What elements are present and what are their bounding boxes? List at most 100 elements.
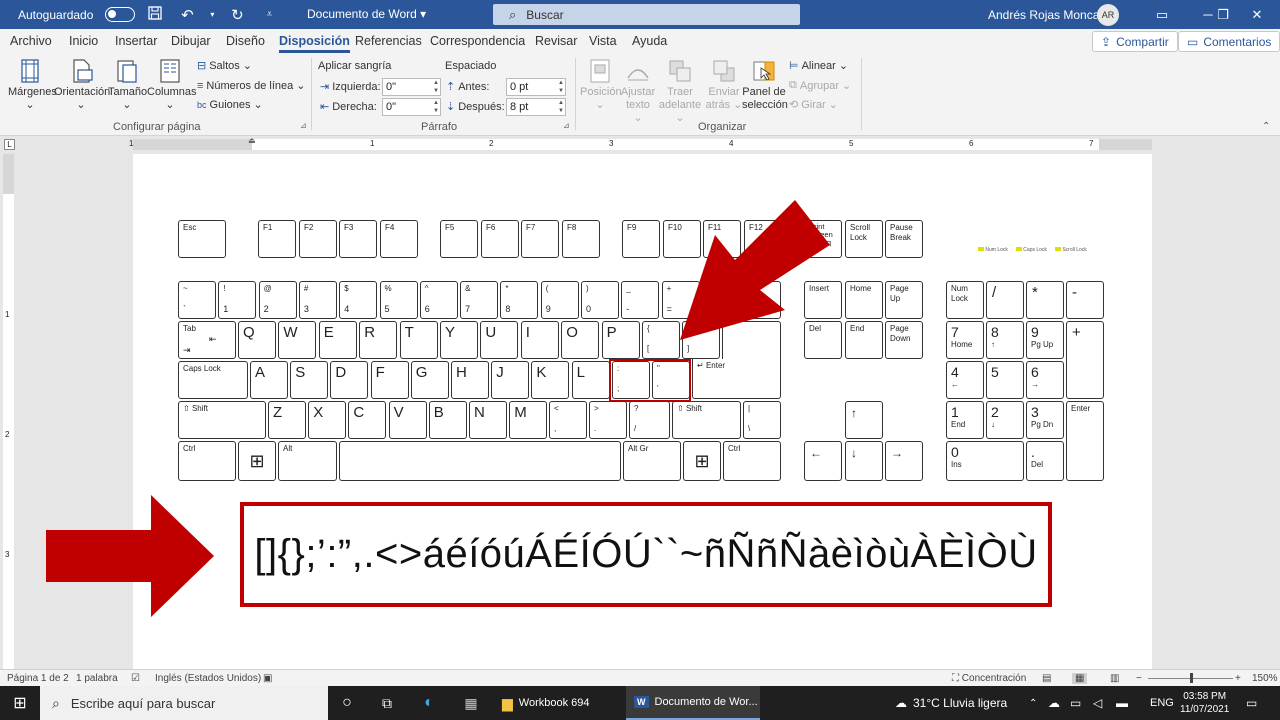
document-title[interactable]: Documento de Word ▾ xyxy=(307,7,426,21)
size-button[interactable]: Tamaño ⌄ xyxy=(108,58,147,112)
taskbar-app-workbook[interactable]: ▆ Workbook 694 xyxy=(494,686,624,720)
comments-button[interactable]: ▭ Comentarios xyxy=(1178,31,1280,52)
paragraph-launcher-icon[interactable]: ⊿ xyxy=(563,121,570,130)
avatar[interactable]: AR xyxy=(1097,4,1119,26)
line-numbers-button[interactable]: ≡ Números de línea ⌄ xyxy=(197,79,305,93)
tab-ayuda[interactable]: Ayuda xyxy=(632,34,667,48)
key-num-lock: Num Lock xyxy=(946,281,984,319)
columns-button[interactable]: Columnas ⌄ xyxy=(147,58,197,112)
tab-diseno[interactable]: Diseño xyxy=(226,34,265,48)
calculator-icon[interactable]: ▦ xyxy=(454,686,488,720)
web-layout-icon[interactable]: ▥ xyxy=(1110,673,1119,684)
indent-marker-icon[interactable]: ⏏ xyxy=(248,136,256,145)
tray-chevron-icon[interactable]: ⌃ xyxy=(1029,686,1037,720)
key-f9: F9 xyxy=(622,220,660,258)
key-letter: X xyxy=(308,401,347,439)
bring-forward-icon xyxy=(669,60,691,82)
notifications-icon[interactable]: ▭ xyxy=(1246,686,1257,720)
key-numpad: 4 ← xyxy=(946,361,984,399)
vertical-scrollbar[interactable] xyxy=(1268,136,1280,669)
tab-vista[interactable]: Vista xyxy=(589,34,617,48)
input-language[interactable]: ENG xyxy=(1150,686,1174,720)
tab-insertar[interactable]: Insertar xyxy=(115,34,157,48)
margins-button[interactable]: Márgenes ⌄ xyxy=(8,58,57,112)
search-box[interactable]: ⌕ Buscar xyxy=(493,4,800,25)
hyphenation-icon: bc xyxy=(197,99,207,110)
clock[interactable]: 03:58 PM 11/07/2021 xyxy=(1180,686,1229,720)
undo-icon[interactable]: ↶ xyxy=(175,6,199,24)
undo-dropdown-icon[interactable]: ▾ xyxy=(207,10,217,19)
tab-revisar[interactable]: Revisar xyxy=(535,34,577,48)
line-numbers-icon: ≡ xyxy=(197,79,204,92)
macro-icon[interactable]: ▣ xyxy=(263,673,272,684)
page-count[interactable]: Página 1 de 2 xyxy=(7,673,69,684)
taskbar-search[interactable]: ⌕ Escribe aquí para buscar xyxy=(40,686,328,720)
autosave-toggle[interactable] xyxy=(105,7,136,22)
key-numpad-divide: / xyxy=(986,281,1024,319)
share-button[interactable]: ⇪ Compartir xyxy=(1092,31,1178,52)
spacing-after-input[interactable]: 8 pt ▲ ▼ xyxy=(506,98,566,116)
key-letter: V xyxy=(388,401,427,439)
read-mode-icon[interactable]: ▤ xyxy=(1042,673,1051,684)
align-button[interactable]: ⊨ Alinear ⌄ xyxy=(789,59,848,73)
key-alt-gr: Alt Gr xyxy=(623,441,681,481)
horizontal-ruler[interactable]: L 1 1 2 3 4 5 6 7 ⏏ xyxy=(0,136,1280,154)
position-button[interactable]: Posición ⌄ xyxy=(580,58,622,112)
spacing-before-input[interactable]: 0 pt ▲ ▼ xyxy=(506,78,566,96)
vruler-margin xyxy=(3,154,14,194)
selection-pane-button[interactable]: Panel de selección xyxy=(742,58,788,112)
key-numpad-multiply: * xyxy=(1026,281,1064,319)
tab-referencias[interactable]: Referencias xyxy=(355,34,422,48)
key-letter: T xyxy=(399,321,438,359)
word-count[interactable]: 1 palabra xyxy=(76,673,118,684)
onedrive-icon[interactable]: ☁ xyxy=(1048,686,1060,720)
zoom-out-icon[interactable]: − xyxy=(1136,673,1142,684)
collapse-ribbon-icon[interactable]: ⌃ xyxy=(1262,121,1270,132)
tab-disposicion[interactable]: Disposición xyxy=(279,34,350,53)
key-letter: H xyxy=(451,361,489,399)
breaks-button[interactable]: ⊟ Saltos ⌄ xyxy=(197,59,252,73)
key-letter: L xyxy=(571,361,610,399)
network-icon[interactable]: ▭ xyxy=(1070,686,1081,720)
windows-start-icon[interactable]: ⊞ xyxy=(0,686,40,720)
vertical-ruler[interactable]: 1 2 3 xyxy=(0,154,18,669)
tab-selector-icon[interactable]: L xyxy=(4,139,15,150)
page-setup-launcher-icon[interactable]: ⊿ xyxy=(300,121,307,130)
bring-forward-button[interactable]: Traer adelante ⌄ xyxy=(656,58,704,125)
close-icon[interactable]: ✕ xyxy=(1234,0,1280,29)
cortana-icon[interactable]: ○ xyxy=(330,686,364,720)
redo-icon[interactable]: ↻ xyxy=(225,6,249,24)
tab-inicio[interactable]: Inicio xyxy=(69,34,98,48)
customize-toolbar-icon[interactable]: ⩡ xyxy=(257,9,281,20)
zoom-slider-thumb[interactable] xyxy=(1190,673,1193,683)
ribbon-display-icon[interactable]: ▭ xyxy=(1139,0,1185,29)
save-icon[interactable] xyxy=(143,5,167,24)
battery-icon[interactable]: ▬ xyxy=(1116,686,1128,720)
tab-archivo[interactable]: Archivo xyxy=(10,34,52,48)
weather-widget[interactable]: ☁ 31°C Lluvia ligera xyxy=(895,686,1007,720)
indent-right-input[interactable]: 0" ▲ ▼ xyxy=(382,98,441,116)
hyphenation-button[interactable]: bc Guiones ⌄ xyxy=(197,98,263,112)
edge-icon[interactable]: ◐ xyxy=(412,686,446,720)
rotate-button[interactable]: ⟲ Girar ⌄ xyxy=(789,98,838,112)
user-name[interactable]: Andrés Rojas Moncada xyxy=(988,8,1113,22)
focus-button[interactable]: ⛶ Concentración xyxy=(952,673,1026,684)
send-backward-button[interactable]: Enviar atrás ⌄ xyxy=(704,58,744,112)
key-letter: I xyxy=(520,321,559,359)
speaker-icon[interactable]: ◁ xyxy=(1093,686,1102,720)
tab-dibujar[interactable]: Dibujar xyxy=(171,34,211,48)
orientation-button[interactable]: Orientación ⌄ xyxy=(54,58,110,112)
print-layout-icon[interactable]: ▦ xyxy=(1072,673,1088,684)
taskbar-app-word[interactable]: W Documento de Wor... xyxy=(626,686,760,720)
zoom-in-icon[interactable]: + xyxy=(1235,673,1241,684)
zoom-level[interactable]: 150% xyxy=(1252,673,1278,684)
group-button[interactable]: ⧉ Agrupar ⌄ xyxy=(789,79,851,92)
indent-left-input[interactable]: 0" ▲ ▼ xyxy=(382,78,441,96)
tab-correspondencia[interactable]: Correspondencia xyxy=(430,34,525,48)
proofing-icon[interactable]: ☑ xyxy=(131,673,140,684)
task-view-icon[interactable]: ⧉ xyxy=(370,686,404,720)
key-number-row: ^ 6 xyxy=(419,281,458,319)
wrap-text-button[interactable]: Ajustar texto ⌄ xyxy=(620,58,656,125)
key-numpad: 6 → xyxy=(1026,361,1064,399)
language-status[interactable]: Inglés (Estados Unidos) xyxy=(155,673,261,684)
